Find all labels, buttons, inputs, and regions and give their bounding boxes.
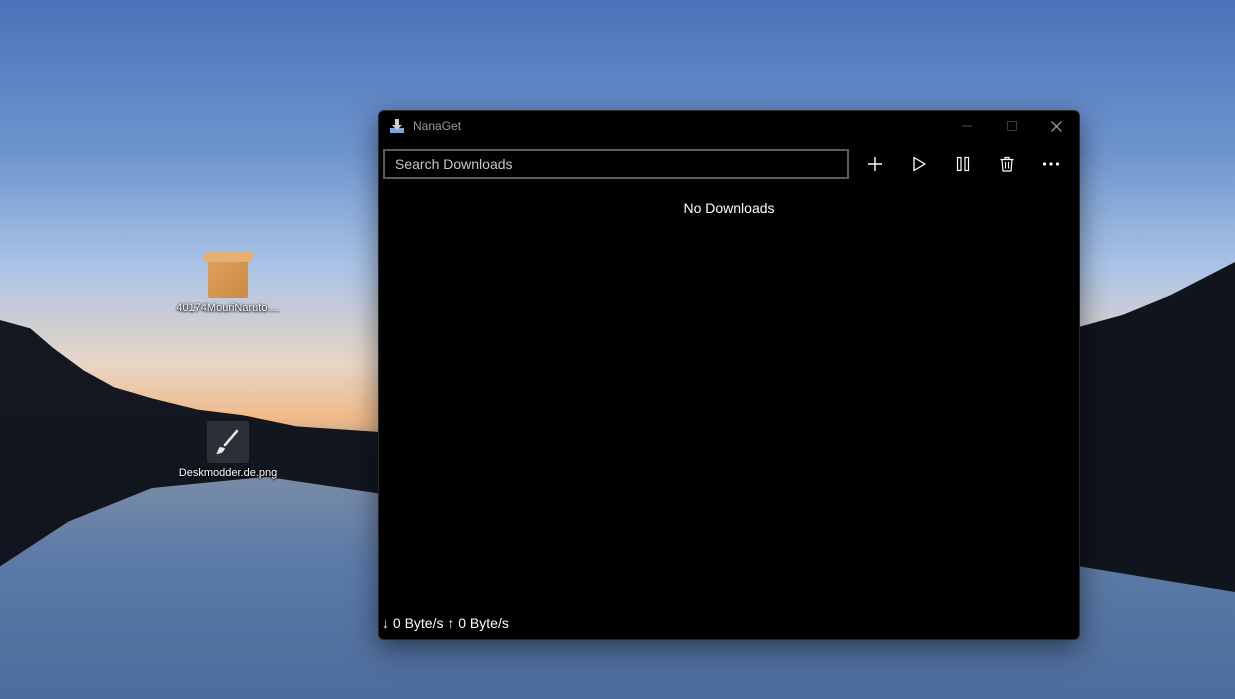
minimize-button[interactable] (944, 111, 989, 141)
more-options-button[interactable] (1029, 146, 1073, 182)
delete-icon (1000, 156, 1014, 172)
pause-icon (956, 156, 970, 172)
desktop-wallpaper-hill-right (1075, 262, 1235, 592)
close-icon (1051, 120, 1062, 132)
desktop-icon-label: Deskmodder.de.png (178, 467, 278, 479)
maximize-icon (1006, 121, 1017, 131)
download-app-icon (389, 118, 405, 134)
play-icon (913, 156, 926, 172)
transfer-speed-status: ↓ 0 Byte/s ↑ 0 Byte/s (382, 615, 509, 631)
toolbar (379, 146, 1079, 182)
minimize-icon (961, 125, 972, 127)
empty-state-message: No Downloads (683, 200, 775, 216)
pause-button[interactable] (941, 146, 985, 182)
more-icon (1042, 162, 1060, 166)
paintbrush-icon (207, 421, 249, 463)
maximize-button[interactable] (989, 111, 1034, 141)
delete-button[interactable] (985, 146, 1029, 182)
close-button[interactable] (1034, 111, 1079, 141)
search-input[interactable] (383, 149, 849, 179)
package-icon (208, 258, 248, 298)
start-button[interactable] (897, 146, 941, 182)
desktop-icon-label: 40174MouriNaruto.... (176, 302, 280, 314)
add-icon (868, 157, 882, 171)
title-bar[interactable]: NanaGet (379, 111, 1079, 141)
add-button[interactable] (853, 146, 897, 182)
desktop-icon-image[interactable]: Deskmodder.de.png (163, 421, 293, 479)
desktop-icon-package[interactable]: 40174MouriNaruto.... (163, 258, 293, 314)
nanaget-window: NanaGet Search Downloads No Downloads ↓ … (378, 110, 1080, 640)
window-title: NanaGet (413, 119, 462, 133)
